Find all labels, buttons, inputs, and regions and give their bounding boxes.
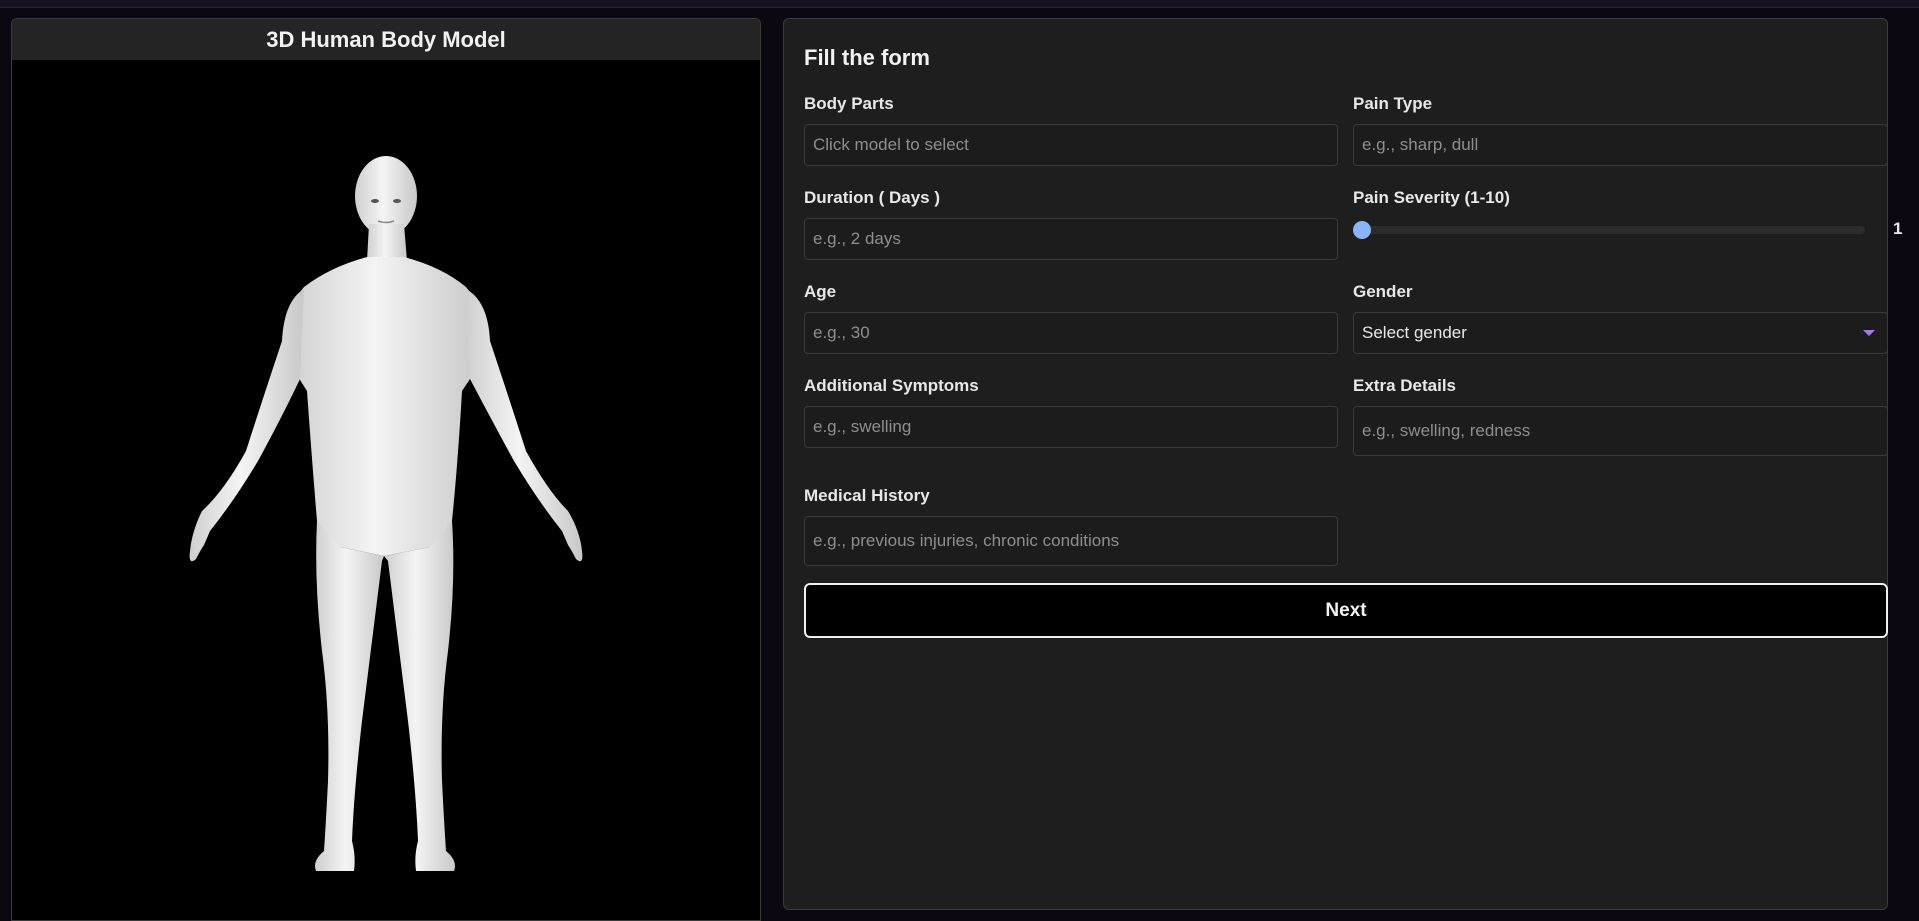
form-panel: Fill the form Body Parts Pain Type Durat…: [783, 18, 1902, 910]
medical-history-field: Medical History: [804, 486, 1338, 566]
duration-input[interactable]: [804, 218, 1338, 260]
model-neck: [367, 224, 407, 261]
body-parts-field: Body Parts: [804, 94, 1338, 166]
duration-field: Duration ( Days ): [804, 188, 1338, 260]
pain-severity-field: Pain Severity (1-10) 1: [1353, 188, 1902, 242]
form-title: Fill the form: [804, 45, 930, 70]
chevron-down-icon: [1863, 330, 1875, 336]
pain-severity-value: 1: [1893, 219, 1903, 238]
medical-history-label: Medical History: [804, 486, 930, 505]
pain-severity-slider[interactable]: 1: [1353, 218, 1902, 242]
age-label: Age: [804, 282, 837, 301]
model-leg-left: [315, 521, 384, 871]
age-input[interactable]: [804, 312, 1338, 354]
pain-type-field: Pain Type: [1353, 94, 1888, 166]
top-strip: [0, 0, 1919, 8]
body-parts-input[interactable]: [804, 124, 1338, 166]
model-eye-left: [371, 199, 379, 203]
additional-symptoms-input[interactable]: [804, 406, 1338, 448]
extra-details-label: Extra Details: [1353, 376, 1456, 395]
pain-type-label: Pain Type: [1353, 94, 1433, 113]
extra-details-field: Extra Details: [1353, 376, 1888, 456]
medical-history-input[interactable]: [804, 516, 1338, 566]
slider-track[interactable]: [1362, 226, 1865, 234]
additional-symptoms-field: Additional Symptoms: [804, 376, 1338, 448]
gender-label: Gender: [1353, 282, 1413, 301]
human-body-model[interactable]: [12, 61, 761, 921]
gender-field: Gender Select gender: [1353, 282, 1888, 354]
pain-type-input[interactable]: [1353, 124, 1888, 166]
pain-severity-label: Pain Severity (1-10): [1353, 188, 1510, 207]
additional-symptoms-label: Additional Symptoms: [804, 376, 979, 395]
age-field: Age: [804, 282, 1338, 354]
gender-selected-value: Select gender: [1362, 323, 1467, 342]
model-panel: 3D Human Body Model: [11, 18, 761, 921]
duration-label: Duration ( Days ): [804, 188, 941, 207]
model-eye-right: [393, 199, 401, 203]
gender-select[interactable]: Select gender: [1353, 312, 1888, 354]
body-parts-label: Body Parts: [804, 94, 894, 113]
model-torso: [287, 257, 483, 556]
slider-thumb[interactable]: [1353, 221, 1371, 239]
next-button[interactable]: Next: [804, 583, 1888, 638]
model-arm-right: [466, 289, 583, 562]
model-arm-left: [189, 289, 304, 562]
model-leg-right: [384, 521, 455, 871]
extra-details-input[interactable]: [1353, 406, 1888, 456]
model-panel-title: 3D Human Body Model: [12, 19, 760, 60]
